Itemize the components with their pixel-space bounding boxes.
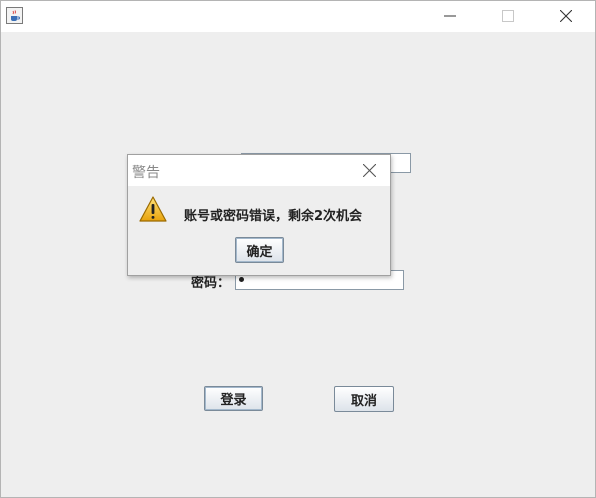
ok-button[interactable]: 确定 xyxy=(235,237,284,263)
minimize-button[interactable] xyxy=(421,1,479,32)
main-window: 密码： 登录 取消 警告 账号或密码错误，剩余2次机会 确定 xyxy=(0,0,596,498)
dialog-message: 账号或密码错误，剩余2次机会 xyxy=(184,209,363,224)
dialog-title: 警告 xyxy=(132,165,160,181)
warning-dialog: 警告 账号或密码错误，剩余2次机会 确定 xyxy=(127,154,391,276)
maximize-button[interactable] xyxy=(479,1,537,32)
minimize-icon xyxy=(444,15,456,17)
close-icon xyxy=(363,164,376,177)
warning-icon xyxy=(139,196,167,222)
dialog-close-button[interactable] xyxy=(356,161,384,181)
maximize-icon xyxy=(502,10,514,22)
close-icon xyxy=(560,10,572,22)
password-mask xyxy=(239,277,244,282)
login-button[interactable]: 登录 xyxy=(204,386,263,411)
java-cup-icon[interactable] xyxy=(6,7,23,24)
close-button[interactable] xyxy=(537,1,595,32)
title-bar[interactable] xyxy=(1,1,595,32)
cancel-button[interactable]: 取消 xyxy=(334,386,394,412)
dialog-title-bar[interactable]: 警告 xyxy=(128,155,390,186)
